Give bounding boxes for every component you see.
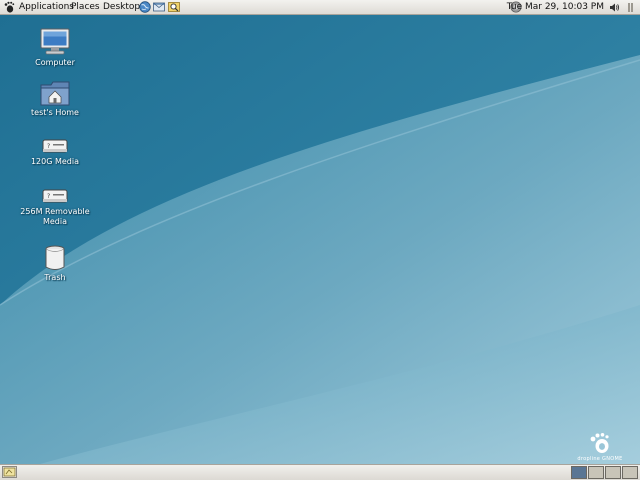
desktop-icon-120g-media[interactable]: ? 120G Media <box>15 137 95 167</box>
show-desktop-button[interactable] <box>2 466 17 478</box>
bottom-panel <box>0 464 640 480</box>
desktop-menu[interactable]: Desktop <box>103 0 140 15</box>
web-browser-icon[interactable] <box>139 1 151 13</box>
workspace-4[interactable] <box>622 466 638 479</box>
workspace-3[interactable] <box>605 466 621 479</box>
workspace-2[interactable] <box>588 466 604 479</box>
workspace-switcher[interactable] <box>570 466 638 479</box>
desktop-icon-removable-media[interactable]: ? 256M Removable Media <box>15 187 95 227</box>
search-icon[interactable] <box>168 1 180 13</box>
desktop-icon-trash[interactable]: Trash <box>15 245 95 283</box>
show-desktop-icon <box>3 467 16 477</box>
computer-icon <box>40 28 70 55</box>
applications-menu[interactable]: Applications <box>19 0 74 15</box>
svg-text:?: ? <box>47 193 50 200</box>
desktop[interactable]: Computer test's Home ? 120G Media ? 256M… <box>0 15 640 464</box>
panel-clock[interactable]: Tue Mar 29, 10:03 PM <box>507 0 604 15</box>
icon-label: 120G Media <box>30 157 80 166</box>
wallpaper <box>0 15 640 464</box>
icon-label: 256M Removable Media <box>20 207 90 226</box>
gnome-foot-icon[interactable] <box>3 1 15 13</box>
home-folder-icon <box>40 81 70 106</box>
gnome-logo-icon <box>590 433 609 453</box>
trash-icon <box>45 245 65 270</box>
removable-drive-icon: ? <box>42 189 68 203</box>
dropline-logo-text: dropline GNOME <box>577 456 623 462</box>
volume-icon[interactable] <box>609 2 620 13</box>
workspace-1[interactable] <box>571 466 587 479</box>
desktop-icon-computer[interactable]: Computer <box>15 28 95 68</box>
places-menu[interactable]: Places <box>71 0 100 15</box>
top-panel: Applications Places Desktop Tue Mar 29, … <box>0 0 640 15</box>
panel-handle-icon <box>628 3 633 12</box>
svg-text:?: ? <box>47 143 50 150</box>
desktop-icon-home[interactable]: test's Home <box>15 80 95 118</box>
drive-icon: ? <box>42 139 68 153</box>
dropline-gnome-logo: dropline GNOME <box>570 432 630 462</box>
email-icon[interactable] <box>153 1 165 13</box>
icon-label: test's Home <box>31 108 79 117</box>
icon-label: Trash <box>44 273 66 282</box>
icon-label: Computer <box>35 58 75 67</box>
